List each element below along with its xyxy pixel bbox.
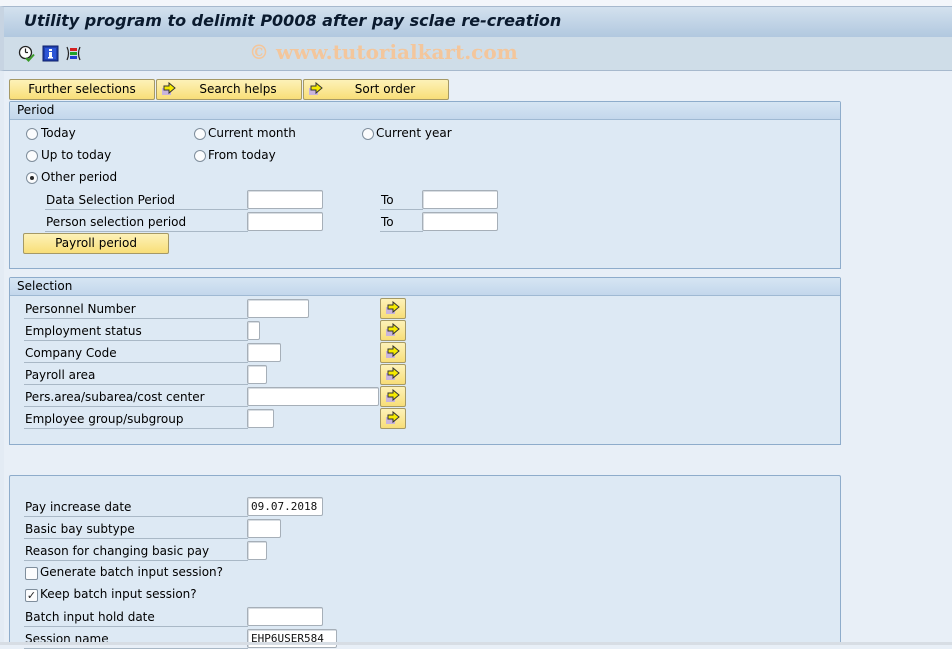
payroll-area-label: Payroll area	[24, 365, 248, 385]
left-edge	[0, 71, 4, 645]
personnel-number-label: Personnel Number	[24, 299, 248, 319]
sort-order-button[interactable]: Sort order	[303, 79, 449, 100]
personnel-number-input[interactable]	[247, 299, 309, 318]
arrow-right-icon	[309, 82, 323, 95]
data-selection-to-input[interactable]	[422, 190, 498, 209]
reason-changing-basic-pay-label: Reason for changing basic pay	[24, 541, 248, 561]
employee-group-multiple-selection-button[interactable]	[380, 408, 406, 429]
payroll-period-label: Payroll period	[55, 236, 137, 250]
further-selections-button[interactable]: Further selections	[9, 79, 155, 100]
selection-group-title: Selection	[10, 278, 840, 296]
watermark: © www.tutorialkart.com	[249, 40, 518, 64]
payroll-area-multiple-selection-button[interactable]	[380, 364, 406, 385]
employee-group-label: Employee group/subgroup	[24, 409, 248, 429]
pers-area-label: Pers.area/subarea/cost center	[24, 387, 248, 407]
radio-today[interactable]	[26, 128, 38, 140]
selection-group: Selection Personnel Number Employment st…	[9, 277, 841, 445]
employee-group-input[interactable]	[247, 409, 274, 428]
pers-area-input[interactable]	[247, 387, 379, 406]
company-code-multiple-selection-button[interactable]	[380, 342, 406, 363]
radio-current-year-label: Current year	[376, 126, 452, 140]
search-helps-label: Search helps	[199, 82, 277, 96]
reason-changing-basic-pay-input[interactable]	[247, 541, 267, 560]
pers-area-multiple-selection-button[interactable]	[380, 386, 406, 407]
session-name-label: Session name	[24, 629, 248, 649]
radio-other-period-label: Other period	[41, 170, 118, 184]
radio-from-today-label: From today	[208, 148, 276, 162]
keep-batch-checkbox[interactable]: ✓	[25, 589, 38, 602]
company-code-input[interactable]	[247, 343, 281, 362]
selection-options-icon[interactable]	[65, 45, 82, 62]
info-icon[interactable]	[42, 45, 59, 62]
parameters-group: Pay increase date 09.07.2018 Basic bay s…	[9, 475, 841, 649]
payroll-period-button[interactable]: Payroll period	[23, 233, 169, 254]
payroll-area-input[interactable]	[247, 365, 267, 384]
radio-today-label: Today	[41, 126, 76, 140]
employment-status-multiple-selection-button[interactable]	[380, 320, 406, 341]
radio-from-today[interactable]	[194, 150, 206, 162]
basic-pay-subtype-label: Basic bay subtype	[24, 519, 248, 539]
session-name-input[interactable]: EHP6USER584	[247, 629, 337, 648]
keep-batch-label: Keep batch input session?	[40, 587, 197, 601]
arrow-right-icon	[386, 323, 400, 336]
sort-order-label: Sort order	[354, 82, 416, 96]
search-helps-button[interactable]: Search helps	[156, 79, 302, 100]
generate-batch-label: Generate batch input session?	[40, 565, 224, 579]
person-selection-to-label: To	[380, 212, 423, 232]
page-title: Utility program to delimit P0008 after p…	[24, 11, 562, 30]
basic-pay-subtype-input[interactable]	[247, 519, 281, 538]
title-bar: Utility program to delimit P0008 after p…	[0, 6, 952, 37]
generate-batch-checkbox[interactable]	[25, 567, 38, 580]
period-group-title: Period	[10, 102, 840, 120]
batch-hold-date-input[interactable]	[247, 607, 323, 626]
data-selection-to-label: To	[380, 190, 423, 210]
employment-status-input[interactable]	[247, 321, 260, 340]
batch-hold-date-label: Batch input hold date	[24, 607, 248, 627]
radio-up-to-today-label: Up to today	[41, 148, 112, 162]
arrow-right-icon	[386, 301, 400, 314]
data-selection-from-input[interactable]	[247, 190, 323, 209]
application-toolbar: © www.tutorialkart.com	[0, 37, 952, 71]
radio-current-month-label: Current month	[208, 126, 296, 140]
radio-other-period[interactable]	[26, 172, 38, 184]
company-code-label: Company Code	[24, 343, 248, 363]
employment-status-label: Employment status	[24, 321, 248, 341]
radio-current-year[interactable]	[362, 128, 374, 140]
arrow-right-icon	[162, 82, 176, 95]
execute-clock-icon[interactable]	[18, 45, 35, 62]
arrow-right-icon	[386, 389, 400, 402]
arrow-right-icon	[386, 367, 400, 380]
radio-up-to-today[interactable]	[26, 150, 38, 162]
radio-current-month[interactable]	[194, 128, 206, 140]
person-selection-from-input[interactable]	[247, 212, 323, 231]
pay-increase-date-label: Pay increase date	[24, 497, 248, 517]
person-selection-to-input[interactable]	[422, 212, 498, 231]
pay-increase-date-input[interactable]: 09.07.2018	[247, 497, 323, 516]
person-selection-period-label: Person selection period	[45, 212, 248, 232]
data-selection-period-label: Data Selection Period	[45, 190, 248, 210]
period-group: Period Today Current month Current year …	[9, 101, 841, 269]
arrow-right-icon	[386, 411, 400, 424]
arrow-right-icon	[386, 345, 400, 358]
further-selections-label: Further selections	[28, 82, 136, 96]
personnel-number-multiple-selection-button[interactable]	[380, 298, 406, 319]
